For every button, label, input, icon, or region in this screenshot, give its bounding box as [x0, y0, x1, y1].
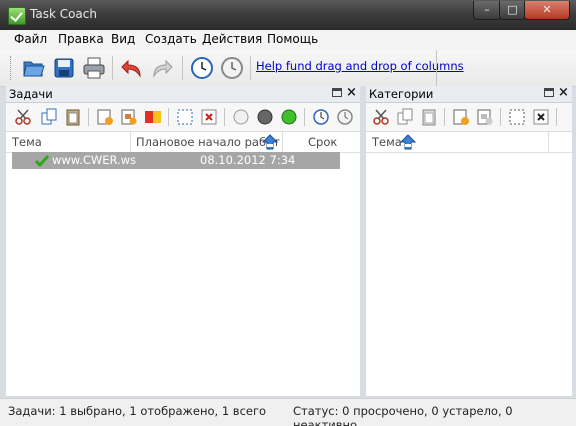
title-bar: Task Coach – □ ✕	[0, 0, 576, 30]
tasks-column-header: Тема Плановое начало работ Срок	[6, 132, 360, 153]
edit-icon[interactable]	[176, 108, 194, 126]
task-coach-app-icon	[8, 7, 26, 25]
mark-active-icon[interactable]	[256, 108, 274, 126]
copy-icon[interactable]	[396, 108, 414, 126]
pane-close-icon[interactable]: ×	[558, 85, 569, 100]
mark-inactive-icon[interactable]	[232, 108, 250, 126]
paste-icon[interactable]	[64, 108, 82, 126]
task-planned-start: 08.10.2012 7:34	[200, 153, 296, 167]
categories-pane-header: Категории ×	[366, 85, 572, 103]
column-divider	[282, 132, 283, 152]
help-fund-link[interactable]: Help fund drag and drop of columns	[256, 59, 464, 73]
new-task-icon[interactable]	[96, 108, 114, 126]
menu-new[interactable]: Создать	[145, 32, 197, 46]
column-subject[interactable]: Тема	[12, 135, 42, 149]
open-icon[interactable]	[22, 56, 46, 80]
close-window-button[interactable]: ✕	[524, 1, 570, 20]
toolbar-separator	[250, 56, 251, 80]
tasks-pane-title: Задачи	[9, 87, 53, 101]
status-right: Статус: 0 просрочено, 0 устарело, 0 неак…	[293, 404, 513, 426]
menu-help[interactable]: Помощь	[267, 32, 318, 46]
menu-edit[interactable]: Правка	[58, 32, 104, 46]
completed-check-icon	[34, 155, 50, 168]
new-subtask-icon[interactable]	[120, 108, 138, 126]
tasks-toolbar	[6, 103, 360, 132]
window-title: Task Coach	[30, 7, 97, 21]
cut-icon[interactable]	[14, 108, 32, 126]
sort-ascending-icon[interactable]	[400, 134, 416, 150]
start-tracking-clock-icon[interactable]	[190, 56, 214, 80]
toolbar-grip	[10, 56, 14, 80]
edit-task-color-icon[interactable]	[144, 108, 162, 126]
categories-column-header: Тема	[366, 132, 572, 153]
start-tracking-icon[interactable]	[312, 108, 330, 126]
pane-close-icon[interactable]: ×	[346, 85, 357, 100]
stop-tracking-clock-icon[interactable]	[220, 56, 244, 80]
toolbar-separator	[88, 108, 89, 126]
maximize-button[interactable]: □	[499, 1, 526, 20]
toolbar-separator	[444, 108, 445, 126]
task-subject: www.CWER.ws	[52, 153, 137, 167]
delete-icon[interactable]	[532, 108, 550, 126]
column-subject[interactable]: Тема	[372, 135, 402, 149]
copy-icon[interactable]	[40, 108, 58, 126]
main-toolbar: Help fund drag and drop of columns	[0, 50, 576, 87]
minimize-button[interactable]: –	[473, 1, 501, 20]
cut-icon[interactable]	[372, 108, 390, 126]
sort-ascending-icon[interactable]	[262, 134, 278, 150]
tasks-pane-header: Задачи ×	[6, 85, 360, 103]
menu-bar: Файл Правка Вид Создать Действия Помощь	[0, 30, 576, 50]
mark-completed-icon[interactable]	[280, 108, 298, 126]
pane-float-icon[interactable]	[544, 88, 554, 97]
save-icon[interactable]	[52, 56, 76, 80]
categories-toolbar	[366, 103, 572, 132]
edit-icon[interactable]	[508, 108, 526, 126]
menu-file[interactable]: Файл	[14, 32, 47, 46]
toolbar-separator	[182, 56, 183, 80]
toolbar-separator	[224, 108, 225, 126]
task-row[interactable]: www.CWER.ws 08.10.2012 7:34	[12, 152, 340, 169]
column-divider	[548, 132, 549, 152]
new-category-icon[interactable]	[452, 108, 470, 126]
stop-tracking-icon[interactable]	[336, 108, 354, 126]
toolbar-separator	[168, 108, 169, 126]
app-window: Task Coach – □ ✕ Файл Правка Вид Создать…	[0, 0, 576, 426]
toolbar-separator	[500, 108, 501, 126]
toolbar-separator	[112, 56, 113, 80]
column-planned-start[interactable]: Плановое начало работ	[136, 135, 280, 149]
column-divider	[130, 132, 131, 152]
new-subcategory-icon[interactable]	[476, 108, 494, 126]
status-left: Задачи: 1 выбрано, 1 отображено, 1 всего	[8, 404, 267, 418]
menu-actions[interactable]: Действия	[202, 32, 262, 46]
column-due-date[interactable]: Срок	[308, 135, 337, 149]
paste-icon[interactable]	[420, 108, 438, 126]
toolbar-separator	[556, 108, 557, 126]
undo-icon[interactable]	[120, 56, 144, 80]
print-icon[interactable]	[82, 56, 106, 80]
delete-icon[interactable]	[200, 108, 218, 126]
status-bar: Задачи: 1 выбрано, 1 отображено, 1 всего…	[0, 398, 576, 426]
menu-view[interactable]: Вид	[111, 32, 135, 46]
toolbar-separator	[304, 108, 305, 126]
toolbar-separator	[436, 50, 437, 86]
pane-float-icon[interactable]	[332, 88, 342, 97]
categories-pane: Категории × Тема	[366, 85, 572, 396]
categories-pane-title: Категории	[369, 87, 434, 101]
tasks-pane: Задачи × Тема Плановое начало работ Срок…	[6, 85, 360, 396]
redo-icon[interactable]	[150, 56, 174, 80]
